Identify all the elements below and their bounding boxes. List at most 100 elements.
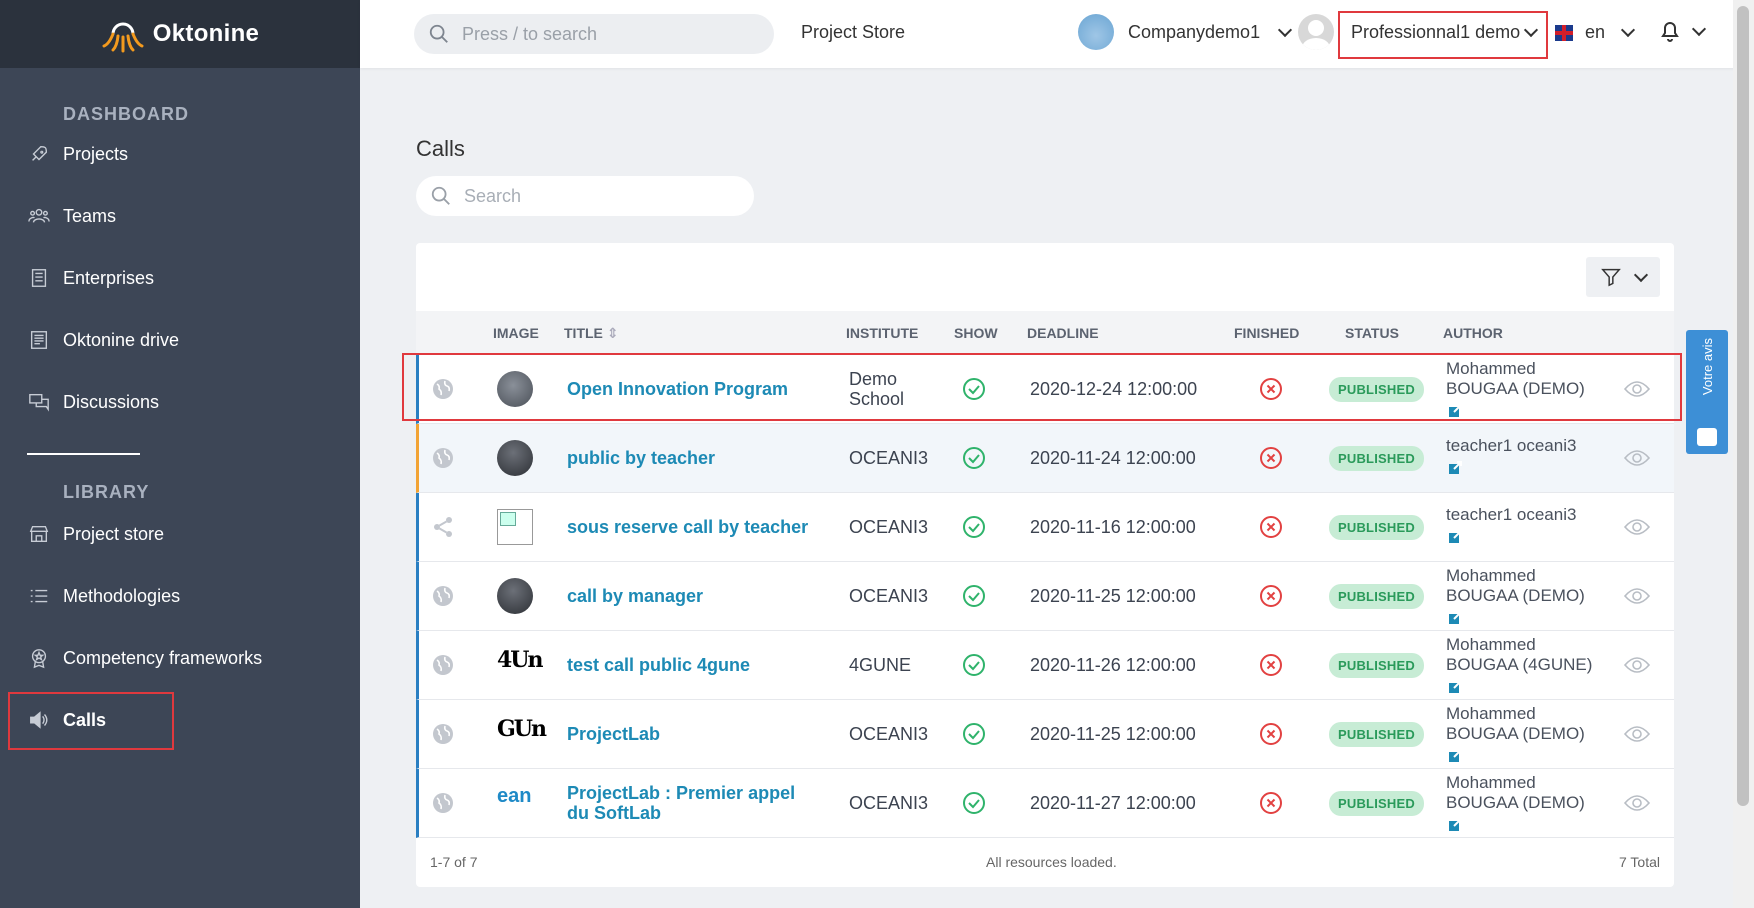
deadline: 2020-12-24 12:00:00: [1030, 379, 1198, 399]
sidebar-item-project-store[interactable]: Project store: [0, 512, 360, 556]
user-menu[interactable]: Professionnal1 demo: [1351, 22, 1539, 43]
external-link-icon[interactable]: [1448, 403, 1462, 417]
author: Mohammed BOUGAA (DEMO): [1446, 704, 1596, 764]
author: Mohammed BOUGAA (DEMO): [1446, 566, 1596, 626]
sidebar-item-teams[interactable]: Teams: [0, 194, 360, 238]
sidebar-item-label: Methodologies: [63, 585, 181, 606]
external-link-icon[interactable]: [1448, 460, 1462, 474]
call-image: [497, 578, 533, 614]
view-eye-icon[interactable]: [1623, 586, 1651, 611]
call-image: GUn: [497, 716, 547, 742]
call-image: [497, 509, 533, 545]
external-link-icon[interactable]: [1448, 529, 1462, 543]
notifications-button[interactable]: [1658, 18, 1707, 44]
institute: OCEANI3: [849, 793, 929, 813]
chevron-down-icon: [1691, 21, 1707, 36]
table-row[interactable]: sous reserve call by teacher OCEANI3 2020-…: [416, 493, 1674, 562]
calls-search-input[interactable]: [464, 185, 734, 207]
status-badge: PUBLISHED: [1329, 446, 1424, 471]
call-title-link[interactable]: test call public 4gune: [567, 655, 822, 675]
finished-cross-icon: [1259, 515, 1283, 544]
globe-icon: [431, 377, 455, 406]
column-title[interactable]: TITLE ⇕: [564, 325, 619, 342]
section-dashboard: DASHBOARD: [63, 104, 189, 124]
scrollbar[interactable]: [1733, 0, 1754, 908]
view-eye-icon[interactable]: [1623, 724, 1651, 749]
column-institute: INSTITUTE: [846, 325, 919, 341]
bell-icon: [1661, 22, 1679, 42]
octopus-logo-icon: [102, 22, 144, 53]
sidebar-item-projects[interactable]: Projects: [0, 132, 360, 176]
project-store-link[interactable]: Project Store: [801, 22, 905, 43]
company-selector[interactable]: Companydemo1: [1078, 14, 1293, 50]
feedback-tab[interactable]: Votre avis: [1686, 330, 1728, 454]
chevron-down-icon: [1620, 22, 1636, 38]
view-eye-icon[interactable]: [1623, 379, 1651, 404]
sidebar-item-methodologies[interactable]: Methodologies: [0, 574, 360, 618]
call-title-link[interactable]: sous reserve call by teacher: [567, 517, 822, 537]
author-name: Mohammed BOUGAA (DEMO): [1446, 704, 1585, 743]
author-name: Mohammed BOUGAA (4GUNE): [1446, 635, 1593, 674]
deadline: 2020-11-25 12:00:00: [1030, 586, 1196, 606]
external-link-icon[interactable]: [1448, 610, 1462, 624]
author: Mohammed BOUGAA (4GUNE): [1446, 635, 1596, 695]
column-status: STATUS: [1345, 325, 1399, 341]
author: Mohammed BOUGAA (DEMO): [1446, 359, 1596, 419]
author: Mohammed BOUGAA (DEMO): [1446, 773, 1596, 833]
chevron-down-icon: [1278, 22, 1293, 37]
call-title-link[interactable]: ProjectLab: [567, 724, 822, 744]
language-selector[interactable]: en: [1555, 22, 1636, 43]
sidebar-item-enterprises[interactable]: Enterprises: [0, 256, 360, 300]
sidebar-item-label: Oktonine drive: [63, 329, 180, 350]
sidebar-item-discussions[interactable]: Discussions: [0, 380, 360, 424]
sidebar-item-calls[interactable]: Calls: [0, 698, 360, 742]
finished-cross-icon: [1259, 584, 1283, 613]
author-name: teacher1 oceani3: [1446, 436, 1577, 455]
status-badge: PUBLISHED: [1329, 515, 1424, 540]
pagination-range: 1-7 of 7: [430, 854, 478, 870]
sidebar-item-competency-frameworks[interactable]: Competency frameworks: [0, 636, 360, 680]
finished-cross-icon: [1259, 446, 1283, 475]
external-link-icon[interactable]: [1448, 679, 1462, 693]
sidebar-item-oktonine-drive[interactable]: Oktonine drive: [0, 318, 360, 362]
sidebar-divider: [27, 453, 140, 455]
table-row[interactable]: call by manager OCEANI3 2020-11-25 12:00:0…: [416, 562, 1674, 631]
table-row[interactable]: ean ProjectLab : Premier appel du SoftLab…: [416, 769, 1674, 838]
table-row[interactable]: Open Innovation Program Demo School 2020-1…: [416, 355, 1674, 424]
external-link-icon[interactable]: [1448, 817, 1462, 831]
sidebar-item-label: Project store: [63, 523, 165, 544]
call-image: [497, 440, 533, 476]
author-name: Mohammed BOUGAA (DEMO): [1446, 566, 1585, 605]
view-eye-icon[interactable]: [1623, 448, 1651, 473]
table-row[interactable]: 4Un test call public 4gune 4GUNE 2020-11-26…: [416, 631, 1674, 700]
external-link-icon[interactable]: [1448, 748, 1462, 762]
section-library: LIBRARY: [63, 482, 150, 502]
sidebar-item-label: Calls: [63, 709, 107, 730]
view-eye-icon[interactable]: [1623, 655, 1651, 680]
building-icon: [27, 266, 51, 290]
filter-button[interactable]: [1586, 257, 1660, 297]
page-title: Calls: [416, 136, 465, 161]
table-row[interactable]: GUn ProjectLab OCEANI3 2020-11-25 12:00:00 P…: [416, 700, 1674, 769]
call-image: [497, 371, 533, 407]
global-search-input[interactable]: [462, 23, 742, 45]
call-title-link[interactable]: Open Innovation Program: [567, 379, 822, 399]
column-image: IMAGE: [493, 325, 539, 341]
call-title-link[interactable]: public by teacher: [567, 448, 822, 468]
avatar[interactable]: [1298, 14, 1334, 50]
globe-icon: [431, 722, 455, 751]
view-eye-icon[interactable]: [1623, 793, 1651, 818]
calls-search[interactable]: [416, 176, 754, 216]
global-search[interactable]: [414, 14, 774, 54]
call-title-link[interactable]: call by manager: [567, 586, 822, 606]
scrollbar-thumb[interactable]: [1737, 6, 1749, 806]
brand-logo[interactable]: Oktonine: [0, 0, 360, 68]
list-icon: [27, 584, 51, 608]
view-eye-icon[interactable]: [1623, 517, 1651, 542]
table-row[interactable]: public by teacher OCEANI3 2020-11-24 12:00…: [416, 424, 1674, 493]
show-check-icon: [962, 584, 986, 613]
status-badge: PUBLISHED: [1329, 584, 1424, 609]
call-title-link[interactable]: ProjectLab : Premier appel du SoftLab: [567, 783, 822, 823]
call-thumbnail: [497, 440, 533, 476]
uk-flag-icon: [1555, 24, 1573, 41]
